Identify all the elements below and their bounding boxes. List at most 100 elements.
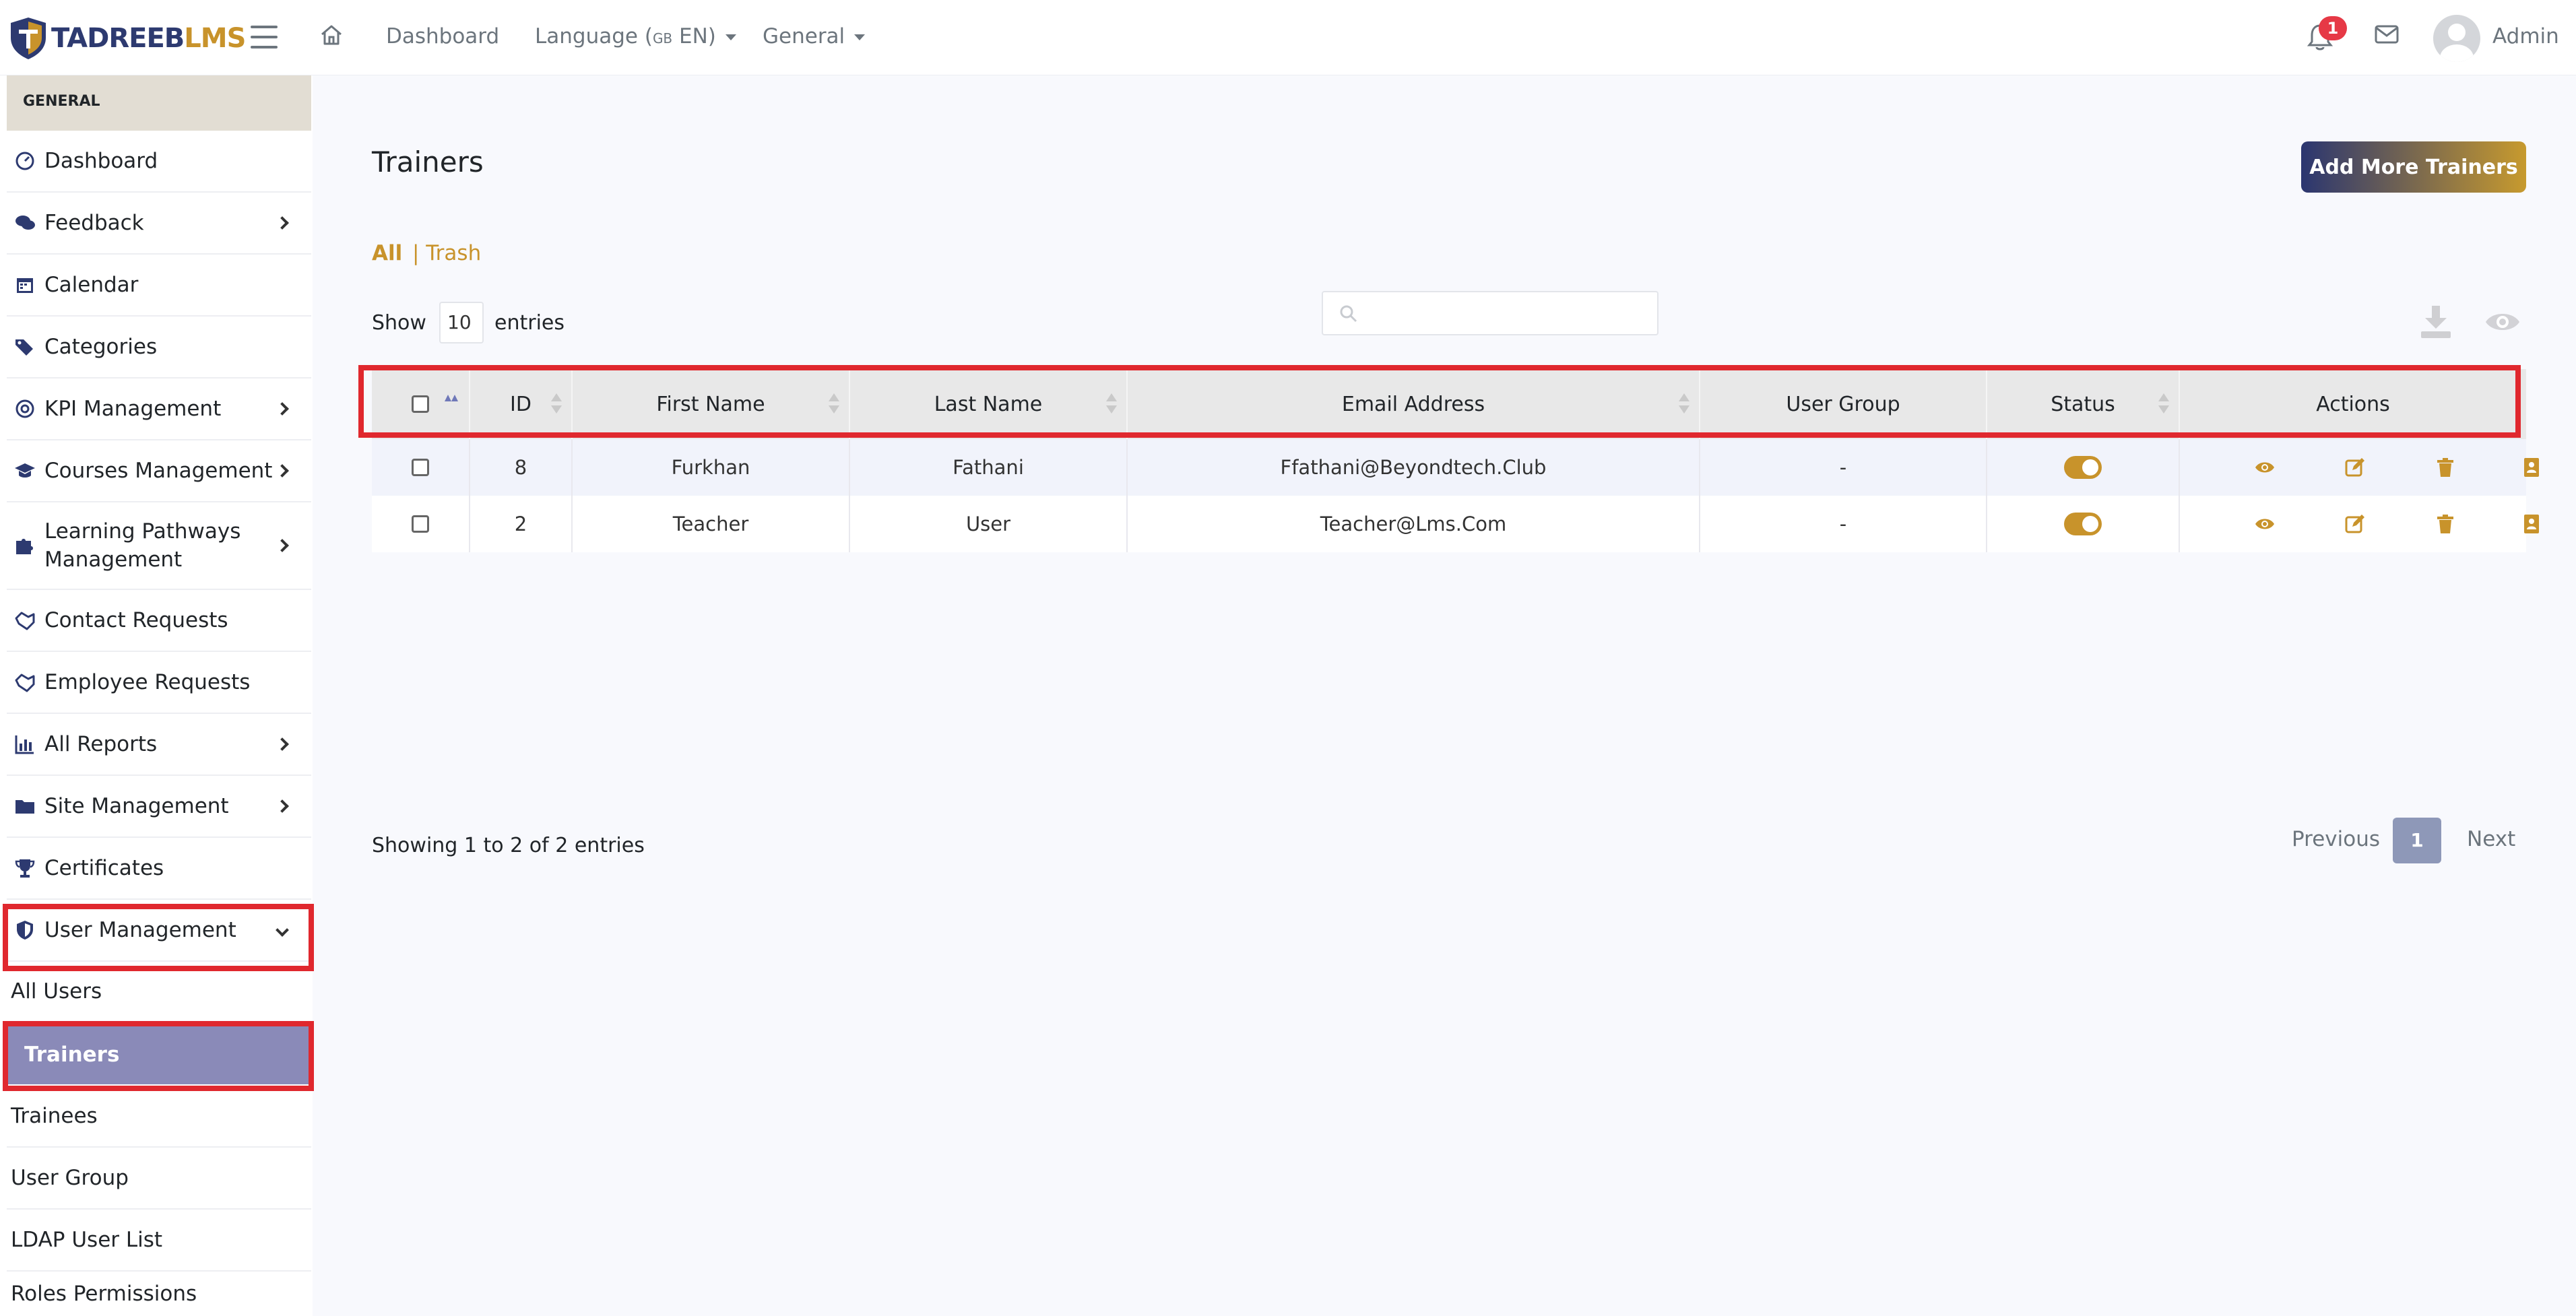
header-label: ID bbox=[510, 392, 532, 416]
sidebar-subitem-all-users[interactable]: All Users bbox=[7, 962, 311, 1022]
entries-per-page-select[interactable]: 10 bbox=[439, 302, 484, 343]
contact-card-icon[interactable] bbox=[2521, 457, 2542, 478]
trash-icon[interactable] bbox=[2435, 513, 2456, 535]
brand-logo[interactable]: TADREEBLMS bbox=[9, 15, 246, 62]
sidebar-item-kpi-management[interactable]: KPI Management bbox=[7, 379, 311, 440]
sidebar-subitem-roles-permissions[interactable]: Roles Permissions bbox=[7, 1272, 311, 1316]
header-label: First Name bbox=[656, 392, 765, 416]
edit-icon[interactable] bbox=[2344, 513, 2366, 535]
chevron-down-icon bbox=[276, 923, 289, 937]
sidebar-subitem-trainers[interactable]: Trainers bbox=[7, 1025, 311, 1084]
sidebar-item-site-management[interactable]: Site Management bbox=[7, 776, 311, 838]
header-actions: Actions bbox=[2180, 369, 2526, 439]
sidebar-item-dashboard[interactable]: Dashboard bbox=[7, 131, 311, 193]
header-email-address[interactable]: Email Address bbox=[1128, 369, 1700, 439]
sidebar-item-label: Contact Requests bbox=[44, 608, 228, 632]
mail-icon[interactable] bbox=[2375, 24, 2399, 44]
sidebar-item-courses-management[interactable]: Courses Management bbox=[7, 440, 311, 502]
header-label: Status bbox=[2051, 392, 2115, 416]
cell-id: 8 bbox=[470, 439, 573, 496]
cell-last-name: Fathani bbox=[850, 439, 1128, 496]
header-select-all[interactable] bbox=[372, 369, 470, 439]
contact-card-icon[interactable] bbox=[2521, 513, 2542, 535]
graduation-cap-icon bbox=[15, 463, 35, 478]
sidebar-item-label: All Reports bbox=[44, 732, 158, 756]
sidebar-item-label: Learning Pathways bbox=[44, 519, 241, 544]
header-id[interactable]: ID bbox=[470, 369, 573, 439]
top-navbar: TADREEBLMS Dashboard Language (GB EN) Ge… bbox=[0, 0, 2576, 75]
edit-icon[interactable] bbox=[2344, 457, 2366, 478]
select-all-checkbox[interactable] bbox=[412, 395, 429, 413]
row-checkbox[interactable] bbox=[412, 515, 429, 533]
sidebar-item-feedback[interactable]: Feedback bbox=[7, 193, 311, 255]
header-user-group[interactable]: User Group bbox=[1700, 369, 1987, 439]
sidebar-item-all-reports[interactable]: All Reports bbox=[7, 714, 311, 776]
filter-all-link[interactable]: All bbox=[372, 241, 402, 265]
table-row: 2 Teacher User Teacher@Lms.Com - bbox=[372, 496, 2539, 552]
sidebar-item-label: KPI Management bbox=[44, 397, 222, 421]
language-dropdown[interactable]: Language (GB EN) bbox=[535, 24, 736, 48]
sidebar-item-contact-requests[interactable]: Contact Requests bbox=[7, 590, 311, 652]
sidebar-item-user-management[interactable]: User Management bbox=[7, 900, 311, 962]
sidebar-item-label: Site Management bbox=[44, 794, 229, 818]
cell-user-group: - bbox=[1700, 439, 1987, 496]
cell-email: Ffathani@Beyondtech.Club bbox=[1128, 439, 1700, 496]
cell-first-name: Teacher bbox=[573, 496, 850, 552]
sort-icon bbox=[551, 393, 562, 416]
sidebar-item-learning-pathways[interactable]: Learning Pathways Management bbox=[7, 502, 311, 590]
trash-icon[interactable] bbox=[2435, 457, 2456, 478]
cell-status bbox=[1987, 439, 2180, 496]
pagination-next[interactable]: Next bbox=[2467, 827, 2515, 851]
header-last-name[interactable]: Last Name bbox=[850, 369, 1128, 439]
download-icon[interactable] bbox=[2417, 303, 2455, 341]
pagination-previous[interactable]: Previous bbox=[2292, 827, 2380, 851]
comments-icon bbox=[15, 216, 35, 230]
sidebar-subitem-user-group[interactable]: User Group bbox=[7, 1148, 311, 1210]
chevron-down-icon bbox=[854, 34, 866, 40]
view-eye-icon[interactable] bbox=[2254, 457, 2276, 478]
chevron-right-icon bbox=[276, 799, 289, 813]
language-code: EN) bbox=[672, 24, 716, 48]
view-eye-icon[interactable] bbox=[2254, 513, 2276, 535]
puzzle-icon bbox=[16, 539, 33, 554]
menu-toggle-icon[interactable] bbox=[251, 26, 278, 48]
sort-active-icon[interactable] bbox=[445, 393, 459, 409]
cell-email: Teacher@Lms.Com bbox=[1128, 496, 1700, 552]
sidebar-item-label: Calendar bbox=[44, 273, 139, 297]
pagination-page-1[interactable]: 1 bbox=[2393, 818, 2441, 863]
status-toggle[interactable] bbox=[2064, 513, 2102, 535]
folder-icon bbox=[15, 800, 34, 814]
admin-name[interactable]: Admin bbox=[2492, 24, 2559, 48]
sort-icon bbox=[1679, 393, 1689, 416]
general-dropdown[interactable]: General bbox=[763, 24, 866, 48]
table-row: 8 Furkhan Fathani Ffathani@Beyondtech.Cl… bbox=[372, 439, 2539, 496]
sidebar-subitem-ldap-user-list[interactable]: LDAP User List bbox=[7, 1210, 311, 1272]
filter-trash-link[interactable]: | Trash bbox=[412, 241, 481, 265]
row-checkbox[interactable] bbox=[412, 459, 429, 476]
header-status[interactable]: Status bbox=[1987, 369, 2180, 439]
add-more-trainers-button[interactable]: Add More Trainers bbox=[2301, 141, 2526, 193]
status-toggle[interactable] bbox=[2064, 456, 2102, 479]
page-title: Trainers bbox=[372, 145, 484, 178]
avatar[interactable] bbox=[2433, 15, 2480, 62]
nav-dashboard-link[interactable]: Dashboard bbox=[386, 24, 499, 48]
cell-id: 2 bbox=[470, 496, 573, 552]
sidebar-item-label: User Management bbox=[44, 918, 236, 942]
handshake-icon bbox=[15, 673, 35, 692]
sidebar-item-calendar[interactable]: Calendar bbox=[7, 255, 311, 317]
column-visibility-eye-icon[interactable] bbox=[2484, 308, 2521, 335]
cell-actions bbox=[2180, 496, 2539, 552]
search-icon bbox=[1340, 305, 1357, 323]
sidebar-item-employee-requests[interactable]: Employee Requests bbox=[7, 652, 311, 714]
sidebar-item-categories[interactable]: Categories bbox=[7, 317, 311, 379]
row-select-cell bbox=[372, 439, 470, 496]
header-first-name[interactable]: First Name bbox=[573, 369, 850, 439]
sidebar-item-label: Courses Management bbox=[44, 459, 273, 483]
sidebar-item-certificates[interactable]: Certificates bbox=[7, 838, 311, 900]
search-input[interactable] bbox=[1322, 291, 1659, 335]
sidebar-subitem-trainees[interactable]: Trainees bbox=[7, 1086, 311, 1148]
home-icon[interactable] bbox=[319, 23, 344, 47]
sidebar-section-header: GENERAL bbox=[7, 75, 311, 131]
bar-chart-icon bbox=[15, 735, 34, 754]
row-select-cell bbox=[372, 496, 470, 552]
